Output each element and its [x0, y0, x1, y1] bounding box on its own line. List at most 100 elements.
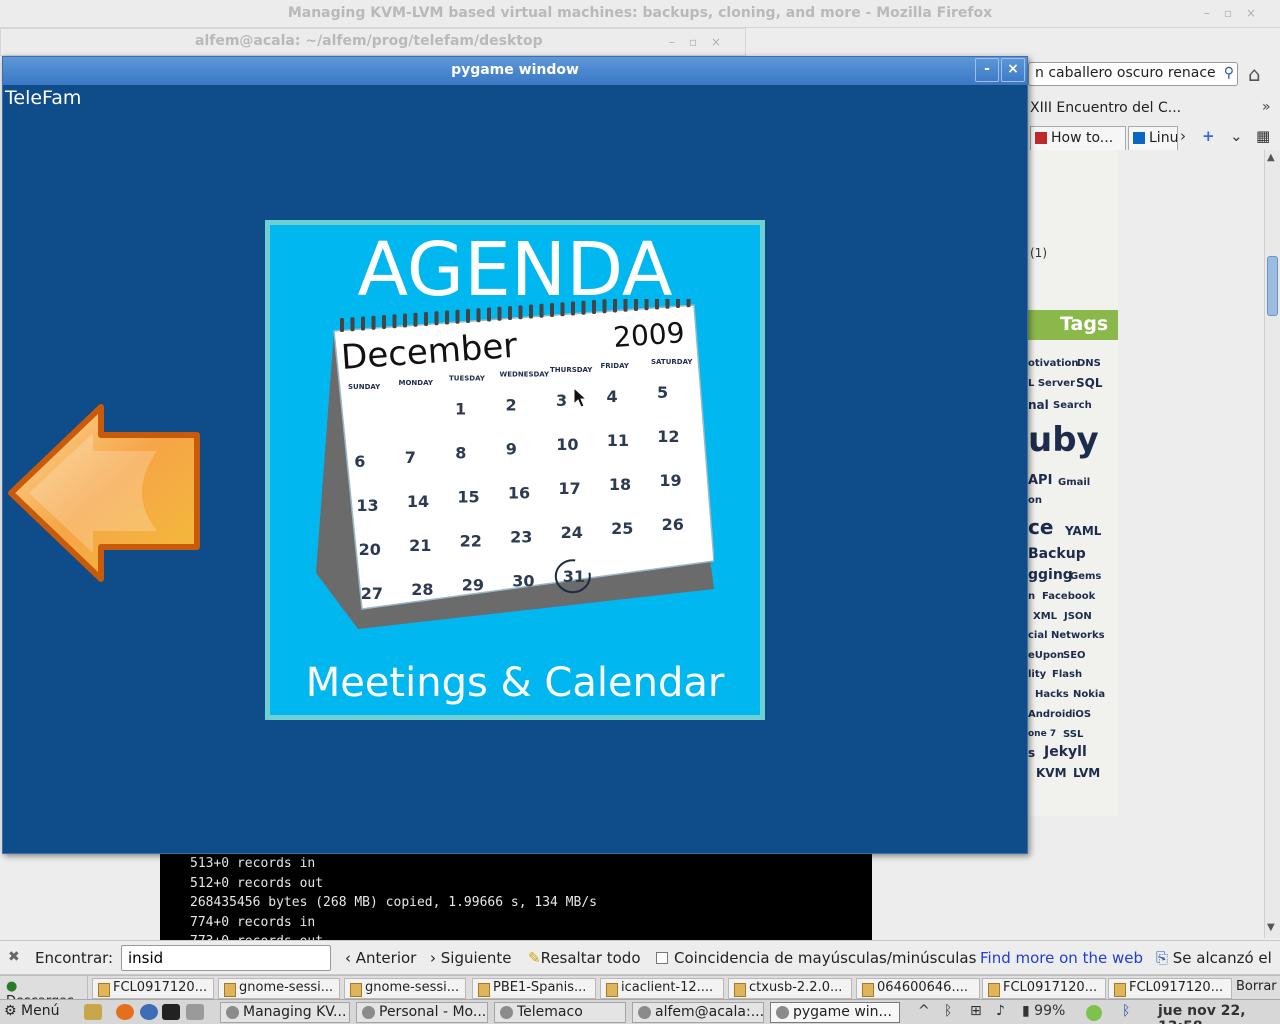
bookmark-item[interactable]: XIII Encuentro del C...: [1030, 100, 1181, 116]
taskbar-item-active[interactable]: pygame win...: [770, 1002, 900, 1023]
tag-link[interactable]: cial Networks: [1028, 630, 1105, 641]
downloads-label[interactable]: ● Descargas: [0, 976, 88, 1009]
scroll-up-icon[interactable]: ▲: [1267, 152, 1275, 163]
terminal-line: 773+0 records out: [190, 932, 872, 940]
thunderbird-icon[interactable]: [140, 1004, 158, 1020]
search-icon[interactable]: ⚲: [1224, 65, 1234, 81]
calendar-weekday: THURSDAY: [550, 366, 593, 374]
find-next-button[interactable]: › Siguiente: [430, 949, 512, 967]
tag-link[interactable]: SQL: [1076, 376, 1103, 390]
bluetooth-icon[interactable]: ᛒ: [944, 1003, 952, 1019]
tag-link[interactable]: Search: [1053, 400, 1092, 411]
taskbar-item[interactable]: Managing KV...: [220, 1002, 350, 1023]
spiral-ring: [403, 313, 407, 328]
back-arrow-icon[interactable]: [7, 403, 203, 583]
new-tab-icon[interactable]: +: [1202, 127, 1215, 145]
firefox-icon[interactable]: [116, 1004, 134, 1020]
spiral-ring: [644, 299, 649, 311]
tag-link[interactable]: uby: [1028, 420, 1099, 460]
update-icon[interactable]: [1086, 1005, 1102, 1021]
find-more-link[interactable]: Find more on the web: [980, 949, 1143, 967]
bookmarks-overflow-icon[interactable]: »: [1262, 99, 1271, 115]
download-item[interactable]: icaclient-12....: [600, 978, 724, 999]
tag-link[interactable]: Gems: [1070, 571, 1101, 582]
download-item[interactable]: FCL0917120...: [1108, 978, 1232, 999]
agenda-card[interactable]: AGENDA December 2009 SUNDAY MONDAY TUESDAY…: [265, 220, 765, 720]
tag-link[interactable]: eUpon: [1028, 650, 1064, 661]
firefox-window-buttons[interactable]: –▫×: [1204, 6, 1270, 20]
close-icon[interactable]: ✖: [8, 949, 20, 965]
page-scrollbar[interactable]: ▲ ▼: [1264, 150, 1280, 938]
download-item[interactable]: ctxusb-2.2.0...: [728, 978, 852, 999]
tag-link[interactable]: JSON: [1064, 611, 1092, 622]
volume-icon[interactable]: ♪: [996, 1003, 1005, 1019]
tag-link[interactable]: gging: [1028, 567, 1073, 583]
tag-link[interactable]: nal: [1028, 398, 1049, 412]
match-case-checkbox[interactable]: Coincidencia de mayúsculas/minúsculas: [656, 949, 976, 967]
tag-link[interactable]: Nokia: [1073, 689, 1105, 700]
tag-link[interactable]: Backup: [1028, 546, 1086, 562]
document-icon[interactable]: [186, 1004, 204, 1020]
close-button[interactable]: ×: [1001, 58, 1025, 82]
find-input[interactable]: [121, 945, 331, 971]
tag-link[interactable]: Jekyll: [1044, 744, 1087, 760]
tag-link[interactable]: L Server: [1028, 378, 1075, 389]
minimize-button[interactable]: -: [975, 58, 999, 82]
battery-indicator[interactable]: ▮ 99%: [1022, 1003, 1065, 1019]
highlight-all-button[interactable]: ✎Resaltar todo: [528, 949, 641, 967]
tag-link[interactable]: lity: [1028, 669, 1046, 680]
taskbar-item[interactable]: alfem@acala:...: [632, 1002, 764, 1023]
home-icon[interactable]: ⌂: [1248, 62, 1261, 86]
tag-link[interactable]: DNS: [1077, 358, 1101, 369]
clock[interactable]: jue nov 22, 13:58: [1158, 1003, 1280, 1024]
terminal-icon[interactable]: [162, 1004, 180, 1020]
taskbar-item[interactable]: Telemaco: [494, 1002, 626, 1023]
tab-scroll-right-icon[interactable]: ›: [1180, 127, 1186, 145]
tag-link[interactable]: SEO: [1063, 650, 1086, 661]
download-item[interactable]: 064600646....: [856, 978, 980, 999]
tag-link[interactable]: one 7: [1028, 729, 1056, 739]
panorama-icon[interactable]: ▦: [1256, 127, 1270, 145]
find-previous-button[interactable]: ‹ Anterior: [345, 949, 416, 967]
scroll-down-icon[interactable]: ▼: [1267, 922, 1275, 933]
download-item[interactable]: FCL0917120...: [982, 978, 1106, 999]
tag-link[interactable]: n: [1028, 591, 1035, 602]
tag-link[interactable]: API: [1028, 473, 1052, 488]
start-menu-button[interactable]: ⚙ Menú: [4, 1003, 59, 1019]
tag-link[interactable]: Hacks: [1035, 689, 1069, 700]
tag-link[interactable]: ce: [1028, 515, 1053, 539]
tag-link[interactable]: otivation: [1028, 358, 1079, 369]
tab-list-chevron-down-icon[interactable]: ⌄: [1230, 127, 1243, 145]
tag-link[interactable]: iOS: [1072, 709, 1091, 720]
clear-downloads-button[interactable]: Borrar: [1236, 979, 1277, 994]
tab-how-to[interactable]: How to...: [1030, 126, 1126, 150]
tag-link[interactable]: LVM: [1073, 766, 1100, 780]
spiral-ring: [518, 305, 523, 320]
tag-link[interactable]: s: [1028, 746, 1035, 760]
download-item[interactable]: FCL0917120...: [92, 978, 214, 999]
scrollbar-thumb[interactable]: [1267, 256, 1278, 316]
tag-link[interactable]: YAML: [1065, 524, 1101, 538]
pygame-titlebar[interactable]: pygame window - ×: [3, 57, 1027, 85]
download-item[interactable]: PBE1-Spanis...: [472, 978, 596, 999]
files-icon[interactable]: [84, 1004, 102, 1020]
tag-link[interactable]: Flash: [1052, 669, 1082, 680]
tag-link[interactable]: SSL: [1063, 729, 1083, 740]
tab-linkedin[interactable]: Linu: [1128, 126, 1178, 150]
download-item[interactable]: gnome-sessi...: [344, 978, 466, 999]
tag-link[interactable]: XML: [1033, 611, 1057, 622]
search-input[interactable]: n caballero oscuro renace ⚲: [1028, 62, 1238, 86]
checkbox-box[interactable]: [656, 952, 668, 964]
tag-link[interactable]: on: [1028, 495, 1042, 506]
taskbar-item[interactable]: Personal - Mo...: [356, 1002, 488, 1023]
spiral-ring: [487, 307, 491, 322]
tray-expand-icon[interactable]: ^: [918, 1003, 930, 1019]
bluetooth-manager-icon[interactable]: ᛒ: [1122, 1003, 1130, 1019]
tag-link[interactable]: Gmail: [1058, 477, 1090, 488]
tag-link[interactable]: Android: [1028, 709, 1072, 720]
download-item[interactable]: gnome-sessi...: [218, 978, 340, 999]
terminal-window-buttons[interactable]: –▫×: [669, 35, 735, 49]
tag-link[interactable]: KVM: [1036, 766, 1067, 780]
network-icon[interactable]: ⊞: [970, 1003, 982, 1019]
tag-link[interactable]: Facebook: [1042, 591, 1095, 602]
